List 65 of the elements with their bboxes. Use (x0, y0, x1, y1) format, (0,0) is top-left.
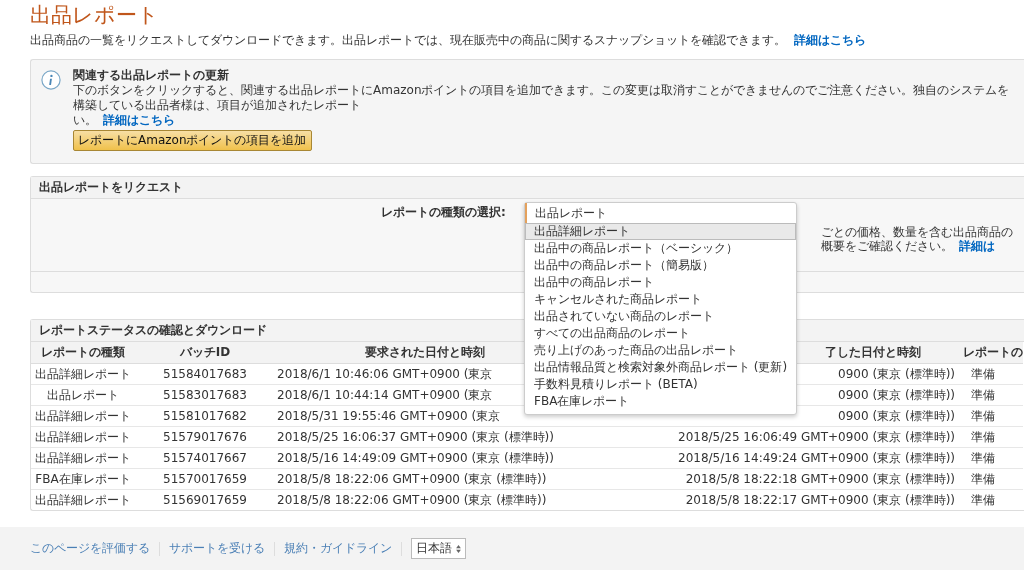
footer-link[interactable]: サポートを受ける (169, 540, 265, 557)
table-cell: 51574017667 (163, 451, 247, 465)
notice-text: い。 (73, 113, 97, 128)
table-cell: 51569017659 (163, 493, 247, 507)
dropdown-option[interactable]: 出品詳細レポート (525, 223, 797, 240)
language-select[interactable]: 日本語 (411, 538, 466, 559)
table-cell: 出品詳細レポート (35, 429, 131, 444)
table-cell: 51570017659 (163, 472, 247, 486)
dropdown-option[interactable]: 出品中の商品レポート（簡易版） (525, 257, 797, 274)
details-link[interactable]: 詳細はこちら (103, 113, 175, 128)
table-cell: 2018/5/8 18:22:06 GMT+0900 (東京 (標準時)) (277, 492, 547, 507)
dropdown-option[interactable]: すべての出品商品のレポート (525, 325, 797, 342)
table-cell: 2018/5/25 16:06:49 GMT+0900 (東京 (標準時)) (678, 429, 955, 444)
notice-title: 関連する出品レポートの更新 (73, 68, 230, 83)
table-cell: 出品レポート (47, 387, 119, 402)
table-cell: 出品詳細レポート (35, 408, 131, 423)
dropdown-option[interactable]: 出品中の商品レポート (525, 274, 797, 291)
table-cell: 0900 (東京 (標準時)) (838, 408, 955, 423)
table-cell: 2018/5/8 18:22:18 GMT+0900 (東京 (標準時)) (685, 471, 955, 486)
table-cell: 準備 (971, 429, 995, 444)
table-cell: 2018/5/16 14:49:24 GMT+0900 (東京 (標準時)) (678, 450, 955, 465)
column-header: レポートの (963, 342, 1023, 364)
footer-link[interactable]: このページを評価する (30, 540, 150, 557)
report-description: ごとの価格、数量を含む出品商品の概要をご確認ください。 詳細は (821, 225, 1014, 253)
report-type-dropdown[interactable]: 出品レポート 出品詳細レポート 出品中の商品レポート（ベーシック） 出品中の商品レポート（簡易版） 出品中の商品レポート キャンセルされた商品レポート 出品されていない商品のレポート すべての出品商品のレポート 売り上げのあった商品の出品レポート 出品情報品質と検索対象外商品レポート (更新) 手数料見積りレポート (BETA) FBA在庫レポート (524, 202, 798, 415)
dropdown-option[interactable]: キャンセルされた商品レポート (525, 291, 797, 308)
table-cell: 0900 (東京 (標準時)) (838, 366, 955, 381)
info-icon (41, 70, 61, 90)
table-cell: 51581017682 (163, 409, 247, 423)
select-label: レポートの種類の選択: (381, 203, 506, 221)
table-cell: 出品詳細レポート (35, 366, 131, 381)
column-header: レポートの種類 (31, 342, 135, 364)
notice-text: 下のボタンをクリックすると、関連する出品レポートにAmazonポイントの項目を追加できます。この変更は取消すことができませんのでご注意ください。独自のシステムを構築している出品者様は、項目が追加されたレポート (73, 83, 1011, 113)
table-cell: 51579017676 (163, 430, 247, 444)
table-cell: 51583017683 (163, 388, 247, 402)
table-cell: 2018/5/8 18:22:17 GMT+0900 (東京 (標準時)) (685, 492, 955, 507)
table-cell: 2018/5/8 18:22:06 GMT+0900 (東京 (標準時)) (277, 471, 547, 486)
table-cell: 準備 (971, 492, 995, 507)
dropdown-option[interactable]: FBA在庫レポート (525, 393, 797, 410)
dropdown-option[interactable]: 出品中の商品レポート（ベーシック） (525, 240, 797, 257)
table-cell: 2018/5/16 14:49:09 GMT+0900 (東京 (標準時)) (277, 450, 554, 465)
table-cell: 準備 (971, 471, 995, 486)
details-link[interactable]: 詳細は (959, 239, 995, 253)
table-cell: 2018/6/1 10:46:06 GMT+0900 (東京 (277, 366, 493, 381)
updown-icon (456, 544, 461, 553)
page-description: 出品商品の一覧をリクエストしてダウンロードできます。出品レポートでは、現在販売中の商品に関するスナップショットを確認できます。 (30, 32, 786, 49)
footer-link[interactable]: 規約・ガイドライン (284, 540, 392, 557)
table-cell: 準備 (971, 408, 995, 423)
add-points-button[interactable]: レポートにAmazonポイントの項目を追加 (73, 130, 312, 151)
table-cell: 2018/5/25 16:06:37 GMT+0900 (東京 (標準時)) (277, 429, 554, 444)
table-cell: 出品詳細レポート (35, 450, 131, 465)
details-link[interactable]: 詳細はこちら (794, 32, 866, 49)
table-cell: 準備 (971, 387, 995, 402)
column-header: バッチID (135, 342, 275, 364)
page-title: 出品レポート (29, 2, 160, 28)
dropdown-option[interactable]: 手数料見積りレポート (BETA) (525, 376, 797, 393)
table-cell: 2018/6/1 10:44:14 GMT+0900 (東京 (277, 387, 493, 402)
table-cell: FBA在庫レポート (35, 471, 131, 486)
table-cell: 0900 (東京 (標準時)) (838, 387, 955, 402)
table-cell: 準備 (971, 366, 995, 381)
table-cell: 出品詳細レポート (35, 492, 131, 507)
panel-header: 出品レポートをリクエスト (31, 177, 1024, 199)
table-cell: 準備 (971, 450, 995, 465)
table-cell: 2018/5/31 19:55:46 GMT+0900 (東京 (277, 408, 501, 423)
table-cell: 51584017683 (163, 367, 247, 381)
